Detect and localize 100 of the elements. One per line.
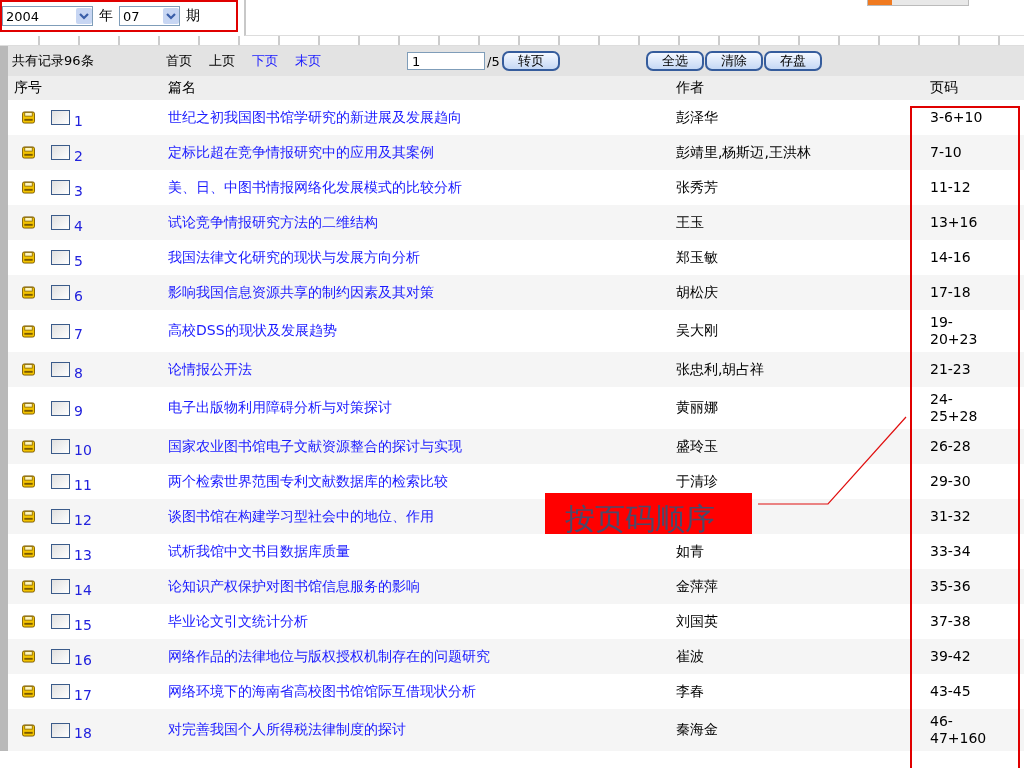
row-checkbox[interactable] — [51, 649, 70, 664]
row-checkbox[interactable] — [51, 215, 70, 230]
issue-label: 期 — [186, 7, 200, 25]
article-title-link[interactable]: 美、日、中图书情报网络化发展模式的比较分析 — [168, 178, 462, 195]
row-number: 18 — [74, 725, 92, 741]
article-title-link[interactable]: 世纪之初我国图书馆学研究的新进展及发展趋向 — [168, 108, 462, 125]
article-title-link[interactable]: 高校DSS的现状及发展趋势 — [168, 322, 337, 338]
page-range: 17-18 — [930, 283, 972, 302]
row-checkbox[interactable] — [51, 145, 70, 160]
row-checkbox[interactable] — [51, 439, 70, 454]
author-text: 彭靖里,杨斯迈,王洪林 — [676, 143, 811, 160]
column-header: 作者 — [676, 79, 705, 97]
page-range: 46-47+160 — [930, 712, 988, 748]
row-checkbox[interactable] — [51, 285, 70, 300]
row-number: 6 — [74, 287, 83, 304]
column-header: 篇名 — [168, 79, 197, 97]
issue-select[interactable]: 07 — [119, 6, 180, 26]
row-number: 15 — [74, 616, 92, 633]
row-checkbox[interactable] — [51, 579, 70, 594]
row-number: 2 — [74, 147, 83, 164]
page-range: 11-12 — [930, 178, 972, 197]
page-range: 19-20+23 — [930, 313, 979, 349]
row-checkbox[interactable] — [51, 400, 70, 416]
article-title-link[interactable]: 试析我馆中文书目数据库质量 — [168, 542, 350, 559]
author-text: 李春 — [676, 682, 704, 699]
author-text: 王玉 — [676, 213, 704, 230]
year-select[interactable]: 2004 — [2, 6, 93, 26]
author-text: 胡松庆 — [676, 283, 718, 300]
year-label: 年 — [99, 7, 113, 25]
row-number: 4 — [74, 217, 83, 234]
row-number: 5 — [74, 252, 83, 269]
page-range: 29-30 — [930, 472, 972, 491]
row-number: 9 — [74, 403, 83, 419]
row-checkbox[interactable] — [51, 110, 70, 125]
row-number: 14 — [74, 581, 92, 598]
row-checkbox[interactable] — [51, 509, 70, 524]
column-header: 序号 — [13, 79, 43, 97]
author-text: 张秀芳 — [676, 178, 718, 195]
column-header: 页码 — [929, 79, 959, 97]
article-title-link[interactable]: 论情报公开法 — [168, 360, 252, 377]
row-checkbox[interactable] — [51, 474, 70, 489]
page-range: 26-28 — [930, 437, 972, 456]
action-button[interactable]: 清除 — [704, 51, 763, 71]
row-number: 3 — [74, 182, 83, 199]
article-title-link[interactable]: 对完善我国个人所得税法律制度的探讨 — [168, 721, 406, 737]
page-range: 7-10 — [930, 143, 963, 162]
action-button[interactable]: 全选 — [645, 51, 704, 71]
page-input[interactable]: 1 — [407, 52, 485, 70]
page-range: 43-45 — [930, 682, 972, 701]
row-number: 1 — [74, 112, 83, 129]
row-number: 17 — [74, 686, 92, 703]
article-title-link[interactable]: 谈图书馆在构建学习型社会中的地位、作用 — [168, 507, 434, 524]
page-range: 33-34 — [930, 542, 972, 561]
article-title-link[interactable]: 电子出版物利用障碍分析与对策探讨 — [168, 399, 392, 415]
author-text: 崔波 — [676, 647, 704, 664]
row-checkbox[interactable] — [51, 362, 70, 377]
article-title-link[interactable]: 毕业论文引文统计分析 — [168, 612, 308, 629]
article-title-link[interactable]: 试论竞争情报研究方法的二维结构 — [168, 213, 378, 230]
dropdown-icon — [76, 8, 92, 24]
row-number: 10 — [74, 441, 92, 458]
row-number: 13 — [74, 546, 92, 563]
author-text: 吴大刚 — [676, 322, 718, 338]
row-checkbox[interactable] — [51, 722, 70, 738]
author-text: 黄丽娜 — [676, 399, 718, 415]
author-text: 张忠利,胡占祥 — [676, 360, 765, 377]
action-button[interactable]: 存盘 — [763, 51, 822, 71]
article-title-link[interactable]: 网络环境下的海南省高校图书馆馆际互借现状分析 — [168, 682, 476, 699]
row-number: 8 — [74, 364, 83, 381]
author-text: 秦海金 — [676, 721, 718, 737]
author-text: 金萍萍 — [676, 577, 718, 594]
dropdown-icon — [163, 8, 179, 24]
article-title-link[interactable]: 我国法律文化研究的现状与发展方向分析 — [168, 248, 420, 265]
article-title-link[interactable]: 网络作品的法律地位与版权授权机制存在的问题研究 — [168, 647, 490, 664]
page-range: 13+16 — [930, 213, 979, 232]
row-number: 16 — [74, 651, 92, 668]
author-text: 郑玉敏 — [676, 248, 718, 265]
article-title-link[interactable]: 两个检索世界范围专利文献数据库的检索比较 — [168, 472, 448, 489]
author-text: 彭泽华 — [676, 108, 718, 125]
article-title-link[interactable]: 论知识产权保护对图书馆信息服务的影响 — [168, 577, 420, 594]
author-text: 刘国英 — [676, 612, 718, 629]
row-checkbox[interactable] — [51, 323, 70, 339]
page-range: 35-36 — [930, 577, 972, 596]
pager-link[interactable]: 末页 — [295, 52, 321, 70]
row-checkbox[interactable] — [51, 544, 70, 559]
page-range: 14-16 — [930, 248, 972, 267]
article-title-link[interactable]: 影响我国信息资源共享的制约因素及其对策 — [168, 283, 434, 300]
row-checkbox[interactable] — [51, 614, 70, 629]
row-checkbox[interactable] — [51, 684, 70, 699]
page-total: /5 — [487, 53, 500, 69]
pager-link[interactable]: 下页 — [252, 52, 278, 70]
row-checkbox[interactable] — [51, 250, 70, 265]
article-title-link[interactable]: 定标比超在竞争情报研究中的应用及其案例 — [168, 143, 434, 160]
page-range: 24-25+28 — [930, 390, 979, 426]
go-button[interactable]: 转页 — [501, 51, 560, 71]
page-range: 37-38 — [930, 612, 972, 631]
page-range: 3-6+10 — [930, 108, 984, 127]
page-range: 39-42 — [930, 647, 972, 666]
row-checkbox[interactable] — [51, 180, 70, 195]
page-range: 21-23 — [930, 360, 972, 379]
article-title-link[interactable]: 国家农业图书馆电子文献资源整合的探讨与实现 — [168, 437, 462, 454]
